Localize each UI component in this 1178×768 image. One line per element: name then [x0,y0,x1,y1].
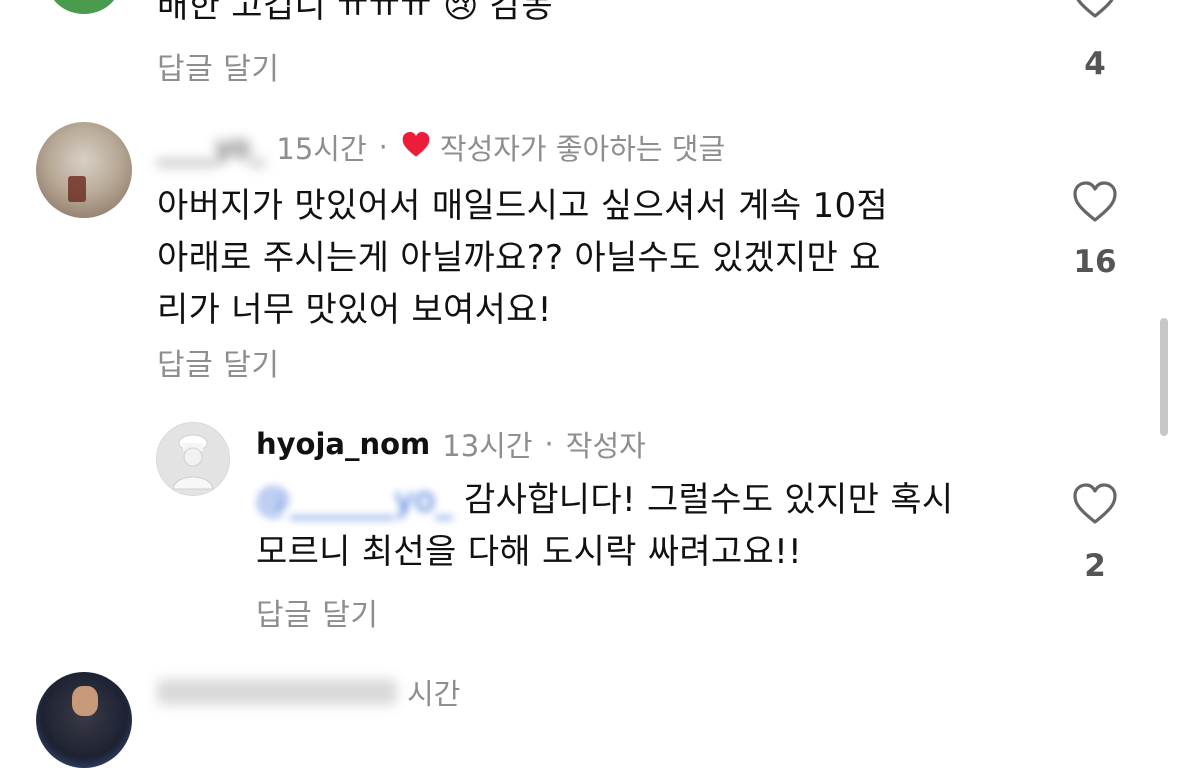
bottom-comment-time: 시간 [407,677,461,711]
meta-separator: · [378,130,388,164]
avatar-bottom[interactable] [36,672,132,768]
like-count-comment-2: 16 [1073,244,1117,280]
reply-1-line-1: @______yo_ 감사합니다! 그럴수도 있지만 혹시 [256,474,1036,526]
heart-outline-icon[interactable] [1060,180,1130,222]
like-count-top: 4 [1084,46,1106,82]
like-column-top: 4 [1060,0,1130,82]
reply-1-line-2: 모르니 최선을 다해 도시락 싸려고요!! [256,532,802,572]
reply-button-comment-2[interactable]: 답글 달기 [157,340,279,384]
comment-2-line-3: 리가 너무 맛있어 보여서요! [157,290,552,330]
comment-2-username[interactable]: ____yo_ [157,130,264,164]
avatar-comment-2[interactable] [36,122,132,218]
like-column-comment-2: 16 [1060,180,1130,280]
reply-button-top[interactable]: 답글 달기 [157,44,279,88]
bottom-comment-meta: 시간 [157,672,460,712]
author-badge-label: 작성자 [565,429,646,463]
heart-outline-icon[interactable] [1060,0,1130,18]
reply-1-text: @______yo_ 감사합니다! 그럴수도 있지만 혹시 모르니 최선을 다해… [256,474,1036,578]
comment-2-line-2: 아래로 주시는게 아닐까요?? 아닐수도 있겠지만 요 [157,238,881,278]
reply-button-reply-1[interactable]: 답글 달기 [256,590,378,634]
comment-2-text: 아버지가 맛있어서 매일드시고 싶으셔서 계속 10점 아래로 주시는게 아닐까… [157,180,1037,336]
bottom-username-blurred[interactable] [157,679,397,705]
avatar-hyoja-nom[interactable] [156,422,230,496]
heart-outline-icon[interactable] [1060,482,1130,524]
chef-avatar-icon [157,423,229,495]
reply-1-username[interactable]: hyoja_nom [256,427,430,461]
like-column-reply-1: 2 [1060,482,1130,584]
liked-by-author-label: 작성자가 좋아하는 댓글 [439,132,726,166]
comment-2-meta: ____yo_ 15시간 · 작성자가 좋아하는 댓글 [157,125,725,169]
reply-1-meta: hyoja_nom 13시간 · 작성자 [256,422,646,466]
like-count-reply-1: 2 [1084,548,1106,584]
comment-text-top: 배한 고깁니 ㅠㅠㅠ 😢 감동 [157,0,553,26]
reply-1-time: 13시간 [442,429,533,463]
heart-filled-icon [400,130,432,165]
reply-1-line-1-text: 감사합니다! 그럴수도 있지만 혹시 [452,480,954,520]
mention-link[interactable]: @______yo_ [256,480,453,520]
scrollbar-thumb[interactable] [1160,318,1168,436]
comment-2-time: 15시간 [276,132,367,166]
comment-2-line-1: 아버지가 맛있어서 매일드시고 싶으셔서 계속 10점 [157,186,888,226]
meta-separator: · [544,427,554,461]
avatar-top[interactable] [48,0,120,14]
